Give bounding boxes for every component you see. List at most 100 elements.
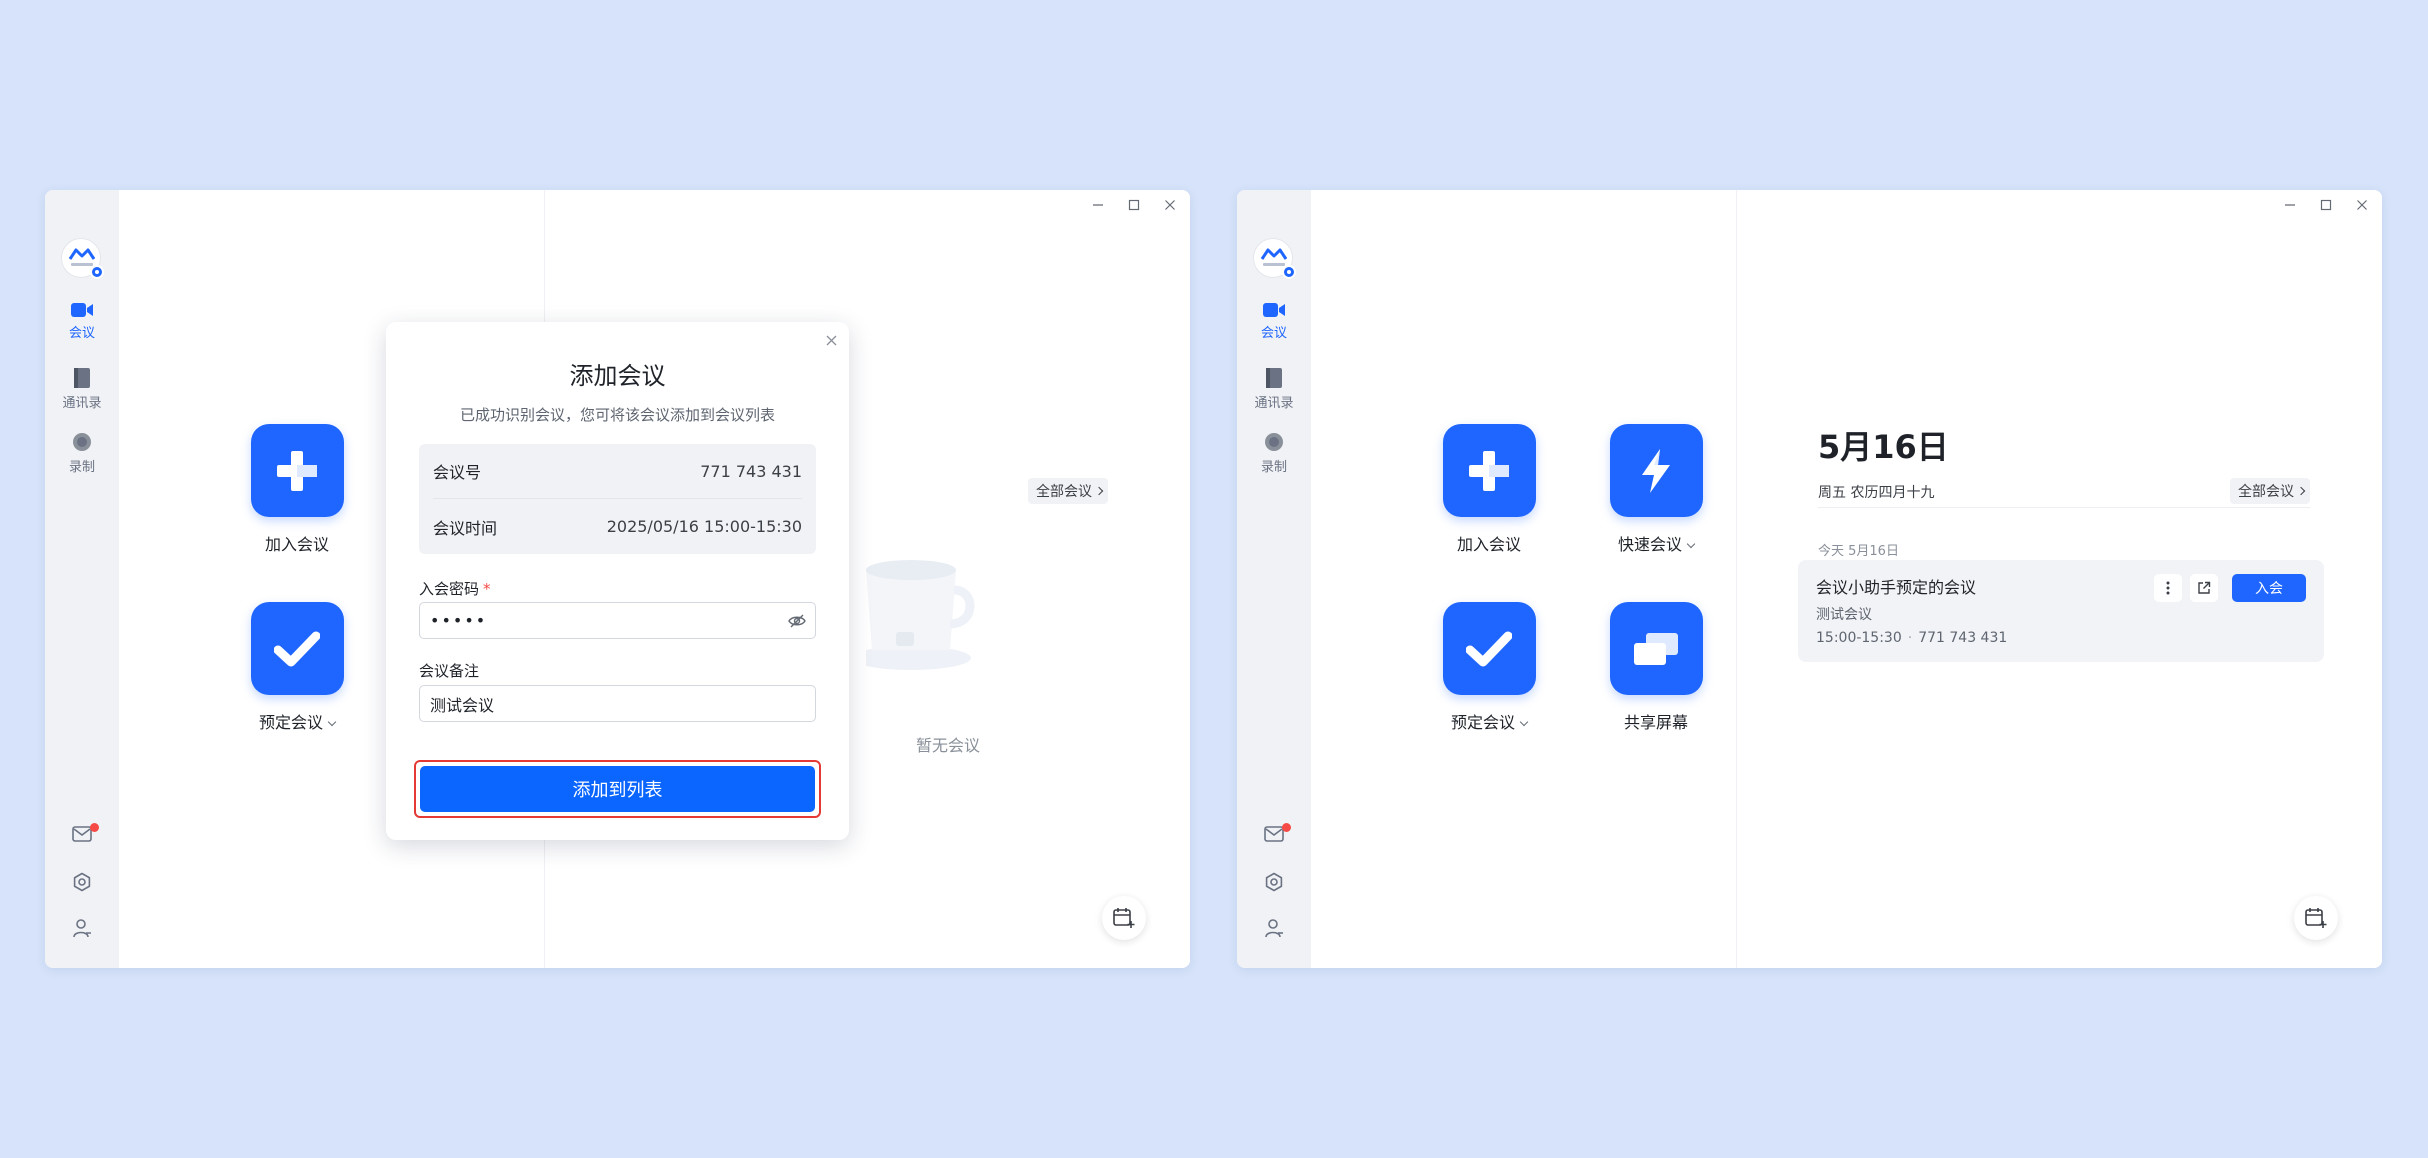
check-icon [274, 631, 320, 666]
record-icon [73, 433, 91, 451]
sidebar-item-label: 录制 [1260, 460, 1287, 475]
join-tile[interactable] [250, 424, 344, 517]
gear-icon [73, 872, 91, 892]
dialog-close-button[interactable] [821, 330, 841, 350]
chevron-down-icon[interactable] [1519, 717, 1529, 727]
schedule-tile[interactable] [250, 602, 344, 695]
join-meeting-action[interactable]: 加入会议 [1419, 424, 1559, 555]
app-logo [1253, 238, 1296, 279]
password-value: ••••• [430, 611, 488, 630]
add-meeting-dialog: 添加会议 已成功识别会议，您可将该会议添加到会议列表 会议号 771 743 4… [386, 322, 849, 840]
quick-meeting-label: 快速会议 [1586, 531, 1726, 555]
quick-meeting-action[interactable]: 快速会议 [1586, 424, 1726, 555]
share-screen-action[interactable]: 共享屏幕 [1586, 602, 1726, 733]
quick-tile[interactable] [1609, 424, 1703, 517]
mail-icon [1264, 826, 1284, 842]
password-label: 入会密码 * [419, 580, 491, 598]
close-window-button[interactable] [1156, 194, 1184, 216]
contacts-book-icon [74, 368, 90, 388]
close-icon [2357, 200, 2367, 210]
user-icon [1265, 919, 1283, 938]
profile-button[interactable] [45, 918, 119, 938]
more-options-button[interactable] [2154, 574, 2182, 602]
profile-button[interactable] [1237, 918, 1311, 938]
sidebar-item-recordings[interactable]: 录制 [45, 432, 119, 475]
plus-icon [1469, 450, 1509, 491]
settings-button[interactable] [1237, 872, 1311, 892]
today-section-label: 今天 5月16日 [1818, 544, 1899, 559]
empty-state-text: 暂无会议 [916, 736, 981, 755]
dialog-description: 已成功识别会议，您可将该会议添加到会议列表 [459, 406, 775, 424]
meeting-id-label: 会议号 [433, 463, 482, 482]
join-button[interactable]: 入会 [2232, 574, 2306, 602]
sidebar-item-meetings[interactable]: 会议 [1237, 302, 1311, 341]
chevron-right-icon [1094, 486, 1104, 496]
maximize-button[interactable] [1120, 194, 1148, 216]
all-meetings-button[interactable]: 全部会议 [1028, 478, 1108, 504]
join-meeting-label: 加入会议 [264, 535, 329, 554]
video-camera-icon [1263, 303, 1285, 317]
sidebar-item-contacts[interactable]: 通讯录 [1237, 368, 1311, 411]
share-meeting-button[interactable] [2190, 574, 2218, 602]
add-calendar-button[interactable] [1102, 896, 1146, 940]
add-calendar-button[interactable] [2294, 896, 2338, 940]
meeting-time-row: 会议时间 2025/05/16 15:00-15:30 [433, 499, 802, 554]
chevron-right-icon [2296, 486, 2306, 496]
sidebar: 会议 通讯录 录制 [45, 190, 119, 968]
close-window-button[interactable] [2348, 194, 2376, 216]
settings-button[interactable] [45, 872, 119, 892]
record-icon [1265, 433, 1283, 451]
meeting-time-label: 会议时间 [433, 518, 498, 538]
required-mark: * [483, 580, 491, 598]
note-field[interactable]: 测试会议 [419, 685, 816, 722]
sidebar-item-contacts[interactable]: 通讯录 [45, 368, 119, 411]
all-meetings-button[interactable]: 全部会议 [2230, 478, 2310, 504]
password-field[interactable]: ••••• [419, 602, 816, 639]
meeting-card[interactable]: 会议小助手预定的会议 测试会议 15:00-15:30 · 771 743 431 … [1798, 560, 2324, 662]
sidebar-item-meetings[interactable]: 会议 [45, 302, 119, 341]
minimize-button[interactable] [2276, 194, 2304, 216]
meeting-id-value: 771 743 431 [700, 461, 802, 481]
schedule-meeting-action[interactable]: 预定会议 [227, 602, 367, 733]
mail-button[interactable] [45, 823, 119, 842]
status-badge [90, 265, 104, 279]
sidebar-item-label: 通讯录 [62, 396, 102, 411]
chevron-down-icon[interactable] [1686, 539, 1696, 549]
screen-share-icon [1634, 632, 1678, 665]
maximize-icon [1128, 199, 1140, 211]
sidebar-item-label: 通讯录 [1254, 396, 1294, 411]
app-window-left: 会议 通讯录 录制 加入会议 预定会议 全部会议 暂无会议 添加会议 已成功识别… [45, 190, 1190, 968]
schedule-tile[interactable] [1442, 602, 1536, 695]
minimize-button[interactable] [1084, 194, 1112, 216]
meeting-list-panel: 5月16日 周五 农历四月十九 全部会议 今天 5月16日 会议小助手预定的会议… [1738, 190, 2382, 968]
sidebar-item-recordings[interactable]: 录制 [1237, 432, 1311, 475]
app-logo [61, 238, 104, 279]
date-title: 5月16日 [1818, 428, 1949, 466]
join-tile[interactable] [1442, 424, 1536, 517]
lunar-date: 周五 农历四月十九 [1818, 485, 1935, 501]
mail-button[interactable] [1237, 823, 1311, 842]
meeting-info-box: 会议号 771 743 431 会议时间 2025/05/16 15:00-15… [419, 444, 816, 554]
chevron-down-icon[interactable] [327, 717, 337, 727]
actions-panel: 加入会议 快速会议 预定会议 共享屏幕 [1311, 190, 1737, 968]
minimize-icon [2285, 204, 2295, 206]
share-tile[interactable] [1609, 602, 1703, 695]
minimize-icon [1093, 204, 1103, 206]
close-icon [1165, 200, 1175, 210]
join-meeting-label: 加入会议 [1456, 535, 1521, 554]
empty-cup-illustration [866, 560, 975, 670]
meeting-note: 测试会议 [1816, 607, 1872, 623]
add-to-list-button[interactable]: 添加到列表 [420, 766, 815, 812]
notification-dot [1282, 823, 1291, 832]
lightning-icon [1642, 448, 1670, 493]
meeting-id-row: 会议号 771 743 431 [433, 444, 802, 499]
maximize-button[interactable] [2312, 194, 2340, 216]
eye-off-icon[interactable] [788, 612, 806, 630]
schedule-meeting-action[interactable]: 预定会议 [1419, 602, 1559, 733]
dialog-title: 添加会议 [569, 362, 666, 390]
join-meeting-action[interactable]: 加入会议 [227, 424, 367, 555]
sidebar-item-label: 录制 [68, 460, 95, 475]
meeting-time-value: 2025/05/16 15:00-15:30 [606, 517, 802, 536]
share-screen-label: 共享屏幕 [1623, 713, 1688, 732]
schedule-meeting-label: 预定会议 [227, 709, 367, 733]
